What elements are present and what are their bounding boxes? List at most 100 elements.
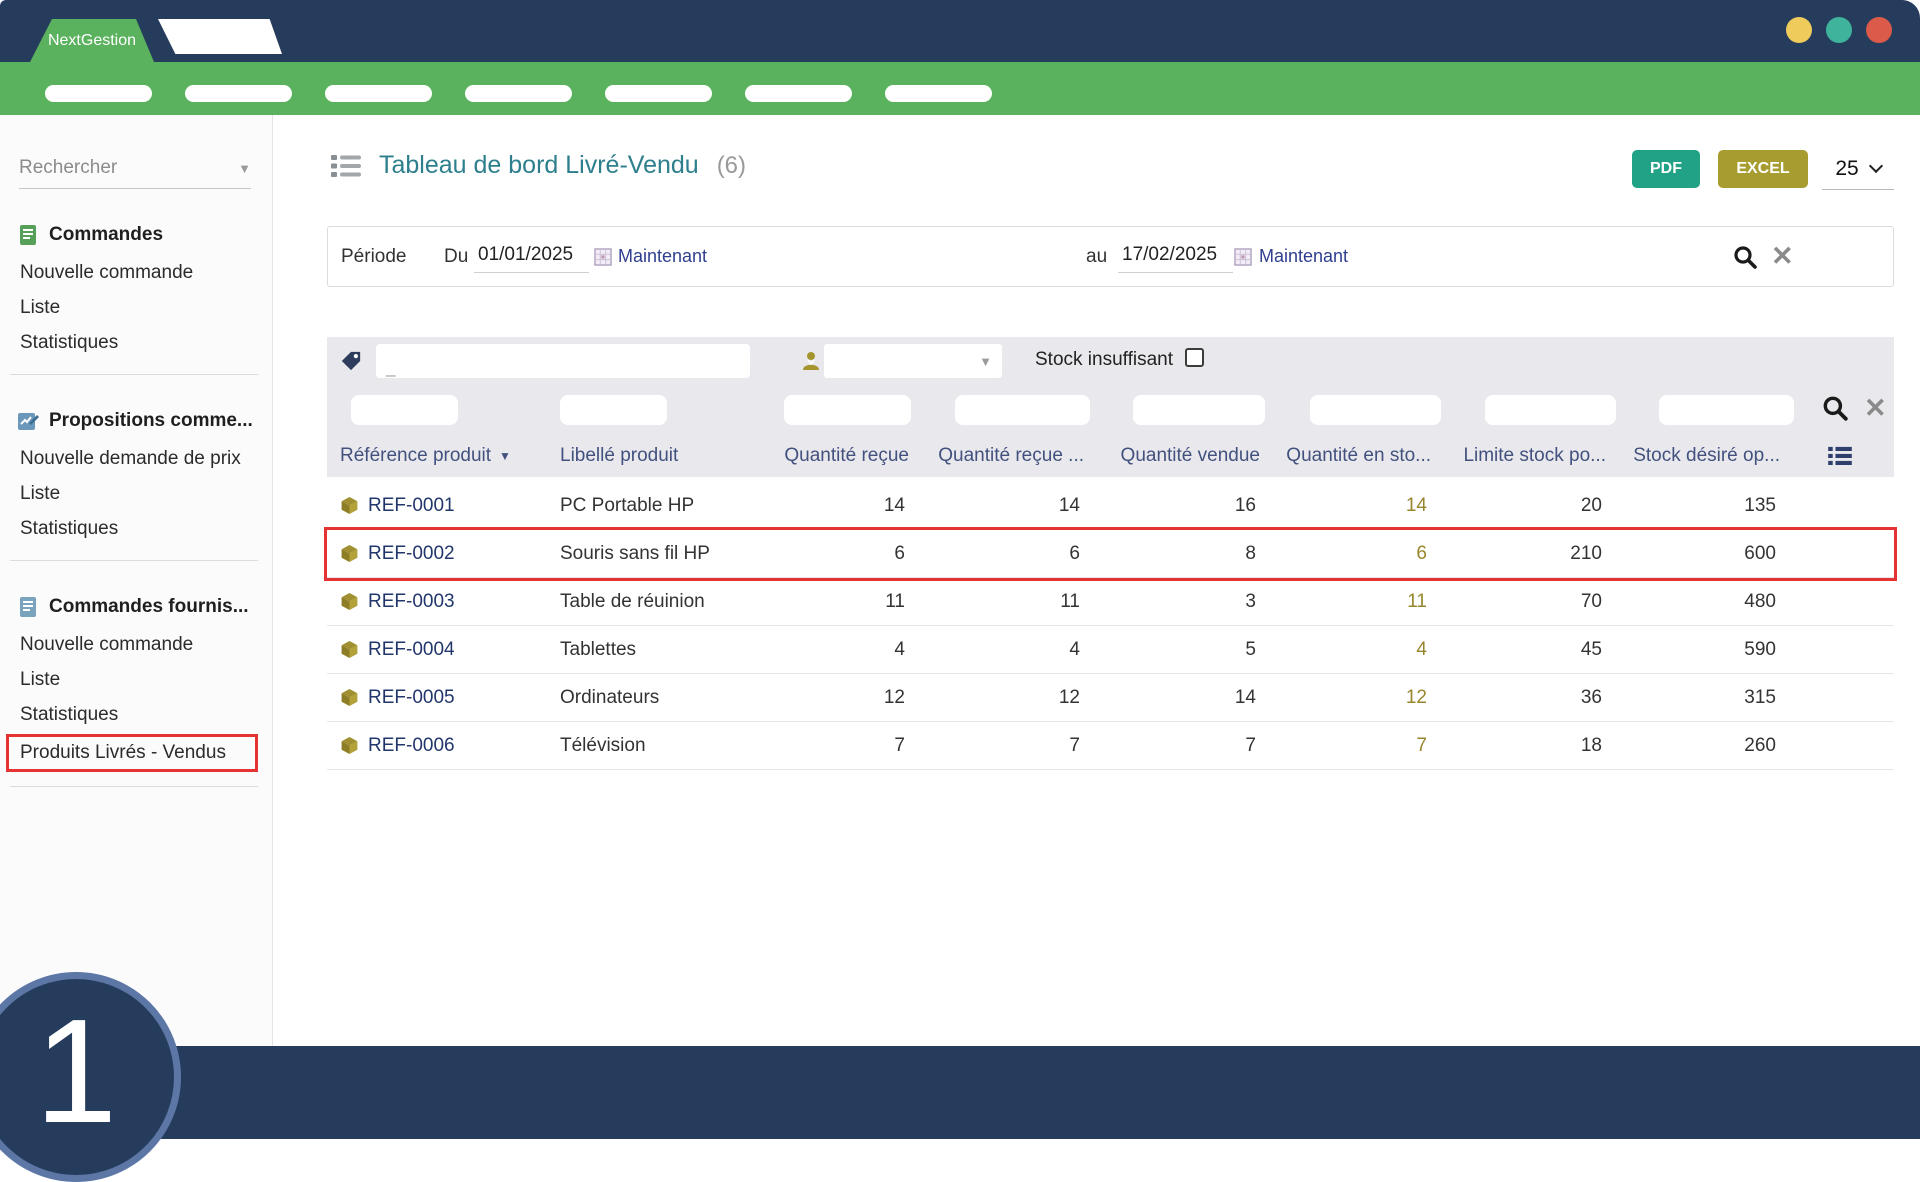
page-size-value: 25 [1835, 157, 1858, 181]
sidebar-section-commandes-fournisseurs: Commandes fournis... Nouvelle commande L… [0, 587, 272, 787]
column-header-reference[interactable]: Référence produit ▼ [327, 445, 550, 467]
product-ref-link[interactable]: REF-0005 [368, 687, 455, 709]
sidebar-item-liste[interactable]: Liste [0, 476, 272, 511]
stock-desire: 315 [1612, 687, 1786, 709]
product-ref-link[interactable]: REF-0006 [368, 735, 455, 757]
sidebar-item-statistiques[interactable]: Statistiques [0, 697, 272, 732]
nav-menu-pill[interactable] [185, 85, 292, 102]
product-ref-link[interactable]: REF-0003 [368, 591, 455, 613]
brand-name: NextGestion [48, 32, 136, 50]
period-to-input[interactable]: 17/02/2025 [1118, 240, 1233, 273]
qty-recue-2: 14 [915, 495, 1090, 517]
sidebar-item-liste[interactable]: Liste [0, 662, 272, 697]
column-header-limite-stock[interactable]: Limite stock po... [1437, 445, 1612, 467]
sidebar-item-nouvelle-commande[interactable]: Nouvelle commande [0, 627, 272, 662]
filter-input-qty-recue[interactable] [784, 395, 911, 425]
window-dot-teal[interactable] [1826, 17, 1852, 43]
filter-input-limite-stock[interactable] [1485, 395, 1616, 425]
column-header-libelle[interactable]: Libellé produit [550, 445, 780, 467]
product-cube-icon [340, 688, 359, 707]
filter-input-qty-stock[interactable] [1310, 395, 1441, 425]
page-size-select[interactable]: 25 [1822, 148, 1894, 190]
nav-menu-pill[interactable] [605, 85, 712, 102]
chevron-down-icon: ▼ [979, 354, 992, 369]
stock-insuffisant-checkbox[interactable] [1185, 348, 1204, 367]
qty-vendue: 3 [1090, 591, 1266, 613]
now-link[interactable]: Maintenant [618, 246, 707, 267]
product-ref-link[interactable]: REF-0001 [368, 495, 455, 517]
sidebar-search-placeholder: Rechercher [19, 157, 117, 179]
table-header-row: Référence produit ▼ Libellé produit Quan… [327, 435, 1894, 477]
period-filter-box: Période Du 01/01/2025 Maintenant au 17/0… [327, 226, 1894, 287]
filter-input-qty-recue-2[interactable] [955, 395, 1090, 425]
orders-document-icon [17, 224, 39, 246]
column-header-qty-stock[interactable]: Quantité en sto... [1266, 445, 1437, 467]
product-cube-icon [340, 736, 359, 755]
page-title: Tableau de bord Livré-Vendu [379, 151, 699, 180]
sidebar-item-statistiques[interactable]: Statistiques [0, 511, 272, 546]
qty-recue: 14 [780, 495, 915, 517]
qty-stock: 7 [1266, 735, 1437, 757]
column-header-qty-recue-2[interactable]: Quantité reçue ... [915, 445, 1090, 467]
qty-recue: 7 [780, 735, 915, 757]
tag-filter-input[interactable]: _ [376, 344, 750, 378]
column-header-stock-desire[interactable]: Stock désiré op... [1612, 445, 1786, 467]
column-header-qty-vendue[interactable]: Quantité vendue [1090, 445, 1266, 467]
sidebar: Rechercher ▼ Commandes Nouvelle commande… [0, 115, 273, 1046]
brand-tab[interactable]: NextGestion [30, 19, 154, 62]
product-cube-icon [340, 592, 359, 611]
supplier-document-icon [17, 596, 39, 618]
nav-menu-pill[interactable] [325, 85, 432, 102]
column-chooser-button[interactable] [1786, 446, 1894, 466]
nav-menu-pill[interactable] [465, 85, 572, 102]
product-label: Souris sans fil HP [550, 543, 780, 565]
table-row: REF-0006 Télévision 7 7 7 7 18 260 [327, 722, 1894, 770]
stock-desire: 480 [1612, 591, 1786, 613]
top-bar: NextGestion [0, 0, 1920, 62]
column-header-qty-recue[interactable]: Quantité reçue [780, 445, 915, 467]
quick-filter-row: _ ▼ Stock insuffisant [327, 337, 1894, 385]
product-label: PC Portable HP [550, 495, 780, 517]
sidebar-item-produits-livres-vendus[interactable]: Produits Livrés - Vendus [6, 734, 258, 772]
filter-input-stock-desire[interactable] [1659, 395, 1794, 425]
search-icon[interactable] [1821, 394, 1849, 422]
sidebar-item-nouvelle-commande[interactable]: Nouvelle commande [0, 255, 272, 290]
product-label: Ordinateurs [550, 687, 780, 709]
filter-input-reference[interactable] [351, 395, 458, 425]
calendar-icon[interactable] [1234, 227, 1252, 286]
sidebar-item-liste[interactable]: Liste [0, 290, 272, 325]
stock-insuffisant-label: Stock insuffisant [1035, 349, 1173, 371]
nav-menu-pill[interactable] [45, 85, 152, 102]
search-icon[interactable] [1732, 227, 1758, 286]
nav-menu-pill[interactable] [745, 85, 852, 102]
qty-stock: 6 [1266, 543, 1437, 565]
period-from-input[interactable]: 01/01/2025 [474, 240, 589, 273]
clear-icon[interactable]: ✕ [1771, 227, 1794, 286]
qty-recue: 6 [780, 543, 915, 565]
product-ref-link[interactable]: REF-0004 [368, 639, 455, 661]
column-header-label: Référence produit [340, 445, 491, 467]
qty-recue: 4 [780, 639, 915, 661]
window-dot-red[interactable] [1866, 17, 1892, 43]
secondary-tab[interactable] [158, 19, 282, 54]
chevron-down-icon: ▼ [238, 161, 251, 176]
pdf-button[interactable]: PDF [1632, 150, 1700, 188]
window-dot-yellow[interactable] [1786, 17, 1812, 43]
sidebar-item-nouvelle-demande-de-prix[interactable]: Nouvelle demande de prix [0, 441, 272, 476]
filter-input-qty-vendue[interactable] [1133, 395, 1265, 425]
nav-menu-pill[interactable] [885, 85, 992, 102]
clear-icon[interactable]: ✕ [1864, 395, 1887, 422]
sidebar-item-statistiques[interactable]: Statistiques [0, 325, 272, 360]
stock-desire: 600 [1612, 543, 1786, 565]
qty-stock: 11 [1266, 591, 1437, 613]
calendar-icon[interactable] [594, 227, 612, 286]
table-row: REF-0001 PC Portable HP 14 14 16 14 20 1… [327, 482, 1894, 530]
qty-recue-2: 12 [915, 687, 1090, 709]
product-ref-link[interactable]: REF-0002 [368, 543, 455, 565]
sidebar-search-select[interactable]: Rechercher ▼ [19, 157, 251, 189]
supplier-select[interactable]: ▼ [824, 344, 1002, 378]
step-number: 1 [35, 998, 117, 1146]
excel-button[interactable]: EXCEL [1718, 150, 1808, 188]
now-link[interactable]: Maintenant [1259, 246, 1348, 267]
filter-input-libelle[interactable] [560, 395, 667, 425]
